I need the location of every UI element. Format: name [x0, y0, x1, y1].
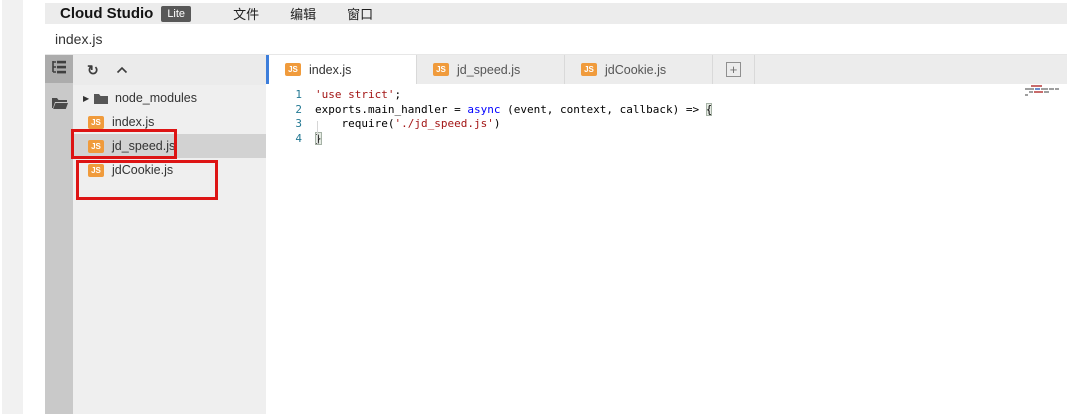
window-left-gutter: [2, 0, 23, 414]
collapsed-arrow-icon: ▶: [83, 94, 94, 103]
minimap-seg: [1041, 88, 1048, 90]
code-token: async: [467, 103, 500, 116]
minimap-seg: [1025, 88, 1034, 90]
js-file-icon: JS: [88, 164, 104, 177]
code-token: require(: [315, 117, 394, 130]
js-file-icon: JS: [581, 63, 597, 76]
tab-jd_speed.js[interactable]: JS jd_speed.js: [417, 55, 565, 84]
code-token: './jd_speed.js': [394, 117, 493, 130]
activity-bar: [45, 55, 73, 414]
minimap-seg: [1035, 88, 1040, 90]
minimap-row: [1025, 88, 1063, 90]
cloud-studio-app: Cloud Studio Lite 文件 编辑 窗口 index.js: [45, 3, 1067, 414]
code-lines: 1'use strict';2exports.main_handler = as…: [266, 88, 1067, 146]
code-token: ;: [394, 88, 401, 101]
editor-pane: JS index.js JS jd_speed.js JS jdCookie.js + 1…: [266, 55, 1067, 414]
line-number: 2: [266, 103, 302, 118]
code-editor[interactable]: 1'use strict';2exports.main_handler = as…: [266, 84, 1067, 414]
file-tree: ▶ node_modules JS index.js JS jd_speed.js JS jd…: [73, 85, 266, 182]
menubar-menus: 文件 编辑 窗口: [191, 4, 373, 23]
app-logo: Cloud Studio: [60, 5, 153, 22]
js-file-icon: JS: [285, 63, 301, 76]
breadcrumb-bar: index.js: [45, 24, 1067, 55]
tab-index.js[interactable]: JS index.js: [269, 55, 417, 84]
tab-label: index.js: [309, 63, 351, 77]
tree-item-label: jdCookie.js: [112, 163, 173, 177]
code-token: {: [706, 103, 713, 116]
tree-item-node_modules[interactable]: ▶ node_modules: [73, 86, 266, 110]
code-line: 1'use strict';: [266, 88, 1067, 103]
code-token: exports.main_handler =: [315, 103, 467, 116]
code-line: 2exports.main_handler = async (event, co…: [266, 103, 1067, 118]
tree-item-jd_speed.js[interactable]: JS jd_speed.js: [73, 134, 266, 158]
main-area: ↻ ▶node_modulesJSindex.jsJSjd_speed.jsJS…: [45, 55, 1067, 414]
refresh-icon[interactable]: ↻: [87, 63, 99, 77]
tree-item-label: node_modules: [115, 91, 197, 105]
minimap-row: [1025, 91, 1063, 93]
menu-文件[interactable]: 文件: [233, 4, 259, 23]
menu-窗口[interactable]: 窗口: [347, 4, 373, 23]
minimap-row: [1025, 85, 1063, 87]
minimap-seg: [1025, 94, 1028, 96]
lite-badge: Lite: [161, 6, 191, 22]
js-file-icon: JS: [433, 63, 449, 76]
activity-folder-button[interactable]: [45, 91, 73, 119]
minimap-seg: [1044, 91, 1049, 93]
minimap-seg: [1055, 88, 1059, 90]
minimap-row: [1025, 94, 1063, 96]
folder-icon: [94, 93, 108, 104]
code-text: }: [302, 132, 322, 147]
code-text: exports.main_handler = async (event, con…: [302, 103, 712, 118]
indent-guide: [317, 121, 318, 144]
open-folder-icon: [51, 96, 68, 114]
tree-item-jdCookie.js[interactable]: JS jdCookie.js: [73, 158, 266, 182]
minimap-seg: [1031, 85, 1042, 87]
code-text: 'use strict';: [302, 88, 401, 103]
code-token: ): [494, 117, 501, 130]
tree-item-index.js[interactable]: JS index.js: [73, 110, 266, 134]
tab-jdCookie.js[interactable]: JS jdCookie.js: [565, 55, 713, 84]
new-tab-button[interactable]: +: [713, 55, 755, 84]
code-token: (event, context, callback) =>: [500, 103, 705, 116]
js-file-icon: JS: [88, 140, 104, 153]
breadcrumb: index.js: [55, 31, 102, 47]
tab-bar: JS index.js JS jd_speed.js JS jdCookie.js +: [266, 55, 1067, 84]
code-token: 'use strict': [315, 88, 394, 101]
menu-编辑[interactable]: 编辑: [290, 4, 316, 23]
minimap-seg: [1049, 88, 1054, 90]
file-explorer-sidebar: ↻ ▶node_modulesJSindex.jsJSjd_speed.jsJS…: [73, 55, 266, 414]
js-file-icon: JS: [88, 116, 104, 129]
line-number: 4: [266, 132, 302, 147]
minimap-seg: [1034, 91, 1043, 93]
tab-label: jdCookie.js: [605, 63, 666, 77]
sidebar-toolbar: ↻: [73, 55, 266, 85]
code-text: require('./jd_speed.js'): [302, 117, 500, 132]
tree-item-label: index.js: [112, 115, 154, 129]
plus-icon: +: [726, 62, 741, 77]
tab-strip: JS index.js JS jd_speed.js JS jdCookie.js: [269, 55, 713, 84]
menubar: Cloud Studio Lite 文件 编辑 窗口: [45, 3, 1067, 24]
code-line: 4}: [266, 132, 1067, 147]
active-tab-accent: [266, 55, 269, 84]
code-line: 3 require('./jd_speed.js'): [266, 117, 1067, 132]
minimap[interactable]: [1025, 85, 1063, 97]
minimap-seg: [1029, 91, 1033, 93]
activity-explorer-button[interactable]: [45, 55, 73, 83]
tree-outline-icon: [51, 60, 67, 79]
tree-item-label: jd_speed.js: [112, 139, 175, 153]
tab-label: jd_speed.js: [457, 63, 520, 77]
code-token: }: [315, 132, 322, 145]
line-number: 3: [266, 117, 302, 132]
line-number: 1: [266, 88, 302, 103]
collapse-up-icon[interactable]: [116, 61, 128, 79]
